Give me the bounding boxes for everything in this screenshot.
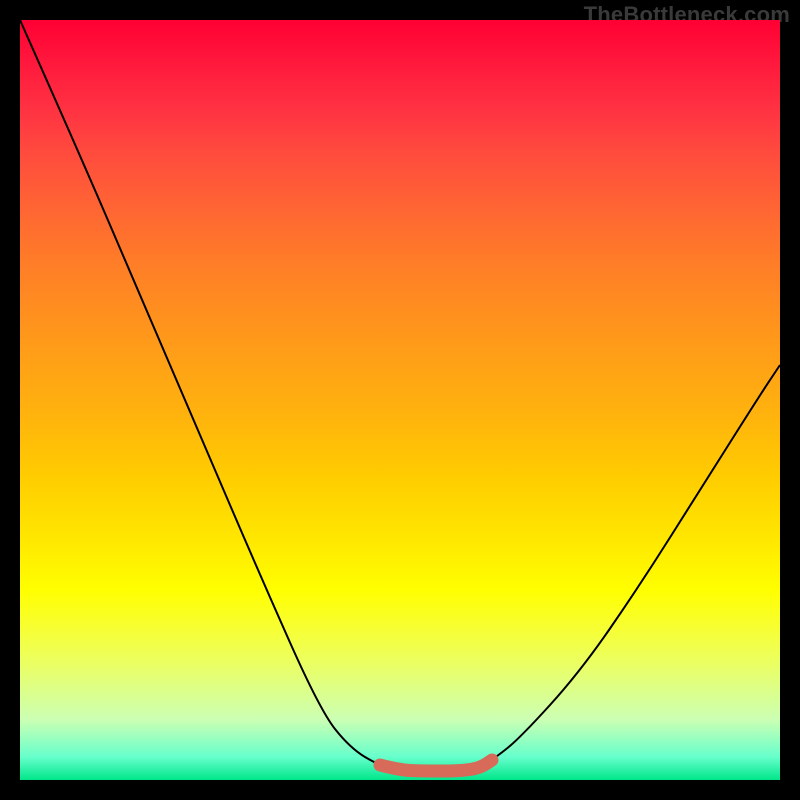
chart-svg xyxy=(20,20,780,780)
chart-frame: TheBottleneck.com xyxy=(0,0,800,800)
trough-highlight xyxy=(380,760,492,771)
bottleneck-curve xyxy=(20,20,780,772)
plot-area xyxy=(20,20,780,780)
